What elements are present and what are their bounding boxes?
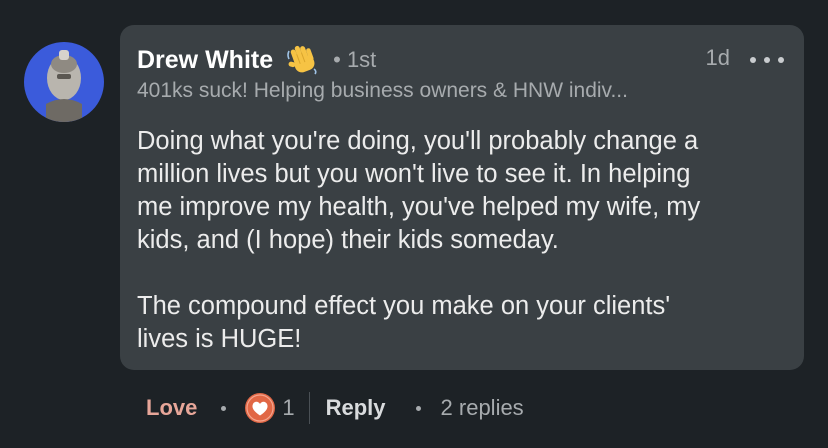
comment-text: Doing what you're doing, you'll probably…	[137, 127, 701, 353]
comment-bubble: Drew White • 1st 1d 401ks suck! Helping …	[120, 25, 804, 370]
connection-degree: • 1st	[333, 47, 377, 72]
divider	[308, 392, 310, 424]
love-button[interactable]: Love	[146, 395, 197, 421]
comment-actions: Love 1 Reply 2 replies	[146, 390, 524, 426]
separator-dot	[221, 405, 227, 411]
comment-time: 1d	[705, 45, 730, 70]
view-replies-link[interactable]: 2 replies	[441, 395, 524, 421]
avatar[interactable]	[24, 42, 104, 122]
reaction-count[interactable]: 1	[282, 395, 294, 421]
menu-dot	[778, 57, 784, 63]
menu-dot	[764, 57, 770, 63]
author-line: Drew White • 1st	[137, 44, 376, 76]
heart-reaction-icon[interactable]	[244, 392, 276, 424]
reply-button[interactable]: Reply	[326, 395, 386, 421]
wave-emoji-icon	[285, 43, 319, 77]
menu-dot	[750, 57, 756, 63]
author-headline: 401ks suck! Helping business owners & HN…	[137, 79, 628, 102]
separator-dot	[415, 405, 421, 411]
more-horizontal-icon[interactable]	[750, 47, 784, 73]
author-name[interactable]: Drew White	[137, 46, 273, 75]
